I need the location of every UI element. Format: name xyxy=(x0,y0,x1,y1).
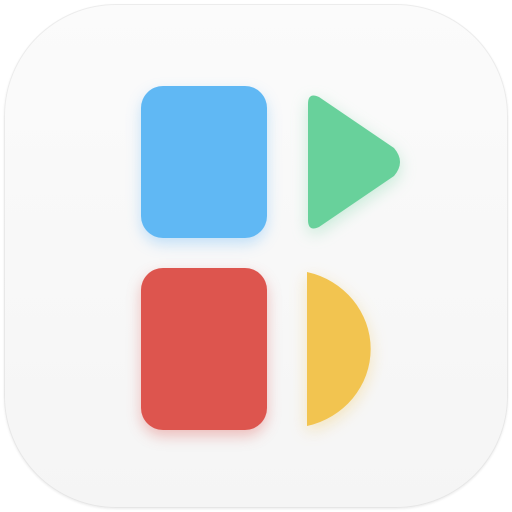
red-square-icon xyxy=(141,268,267,430)
app-icon-background xyxy=(4,4,508,508)
blue-square-icon xyxy=(141,86,267,238)
play-triangle-icon xyxy=(308,95,400,229)
app-icon[interactable] xyxy=(0,0,512,512)
half-circle-icon xyxy=(307,272,371,426)
